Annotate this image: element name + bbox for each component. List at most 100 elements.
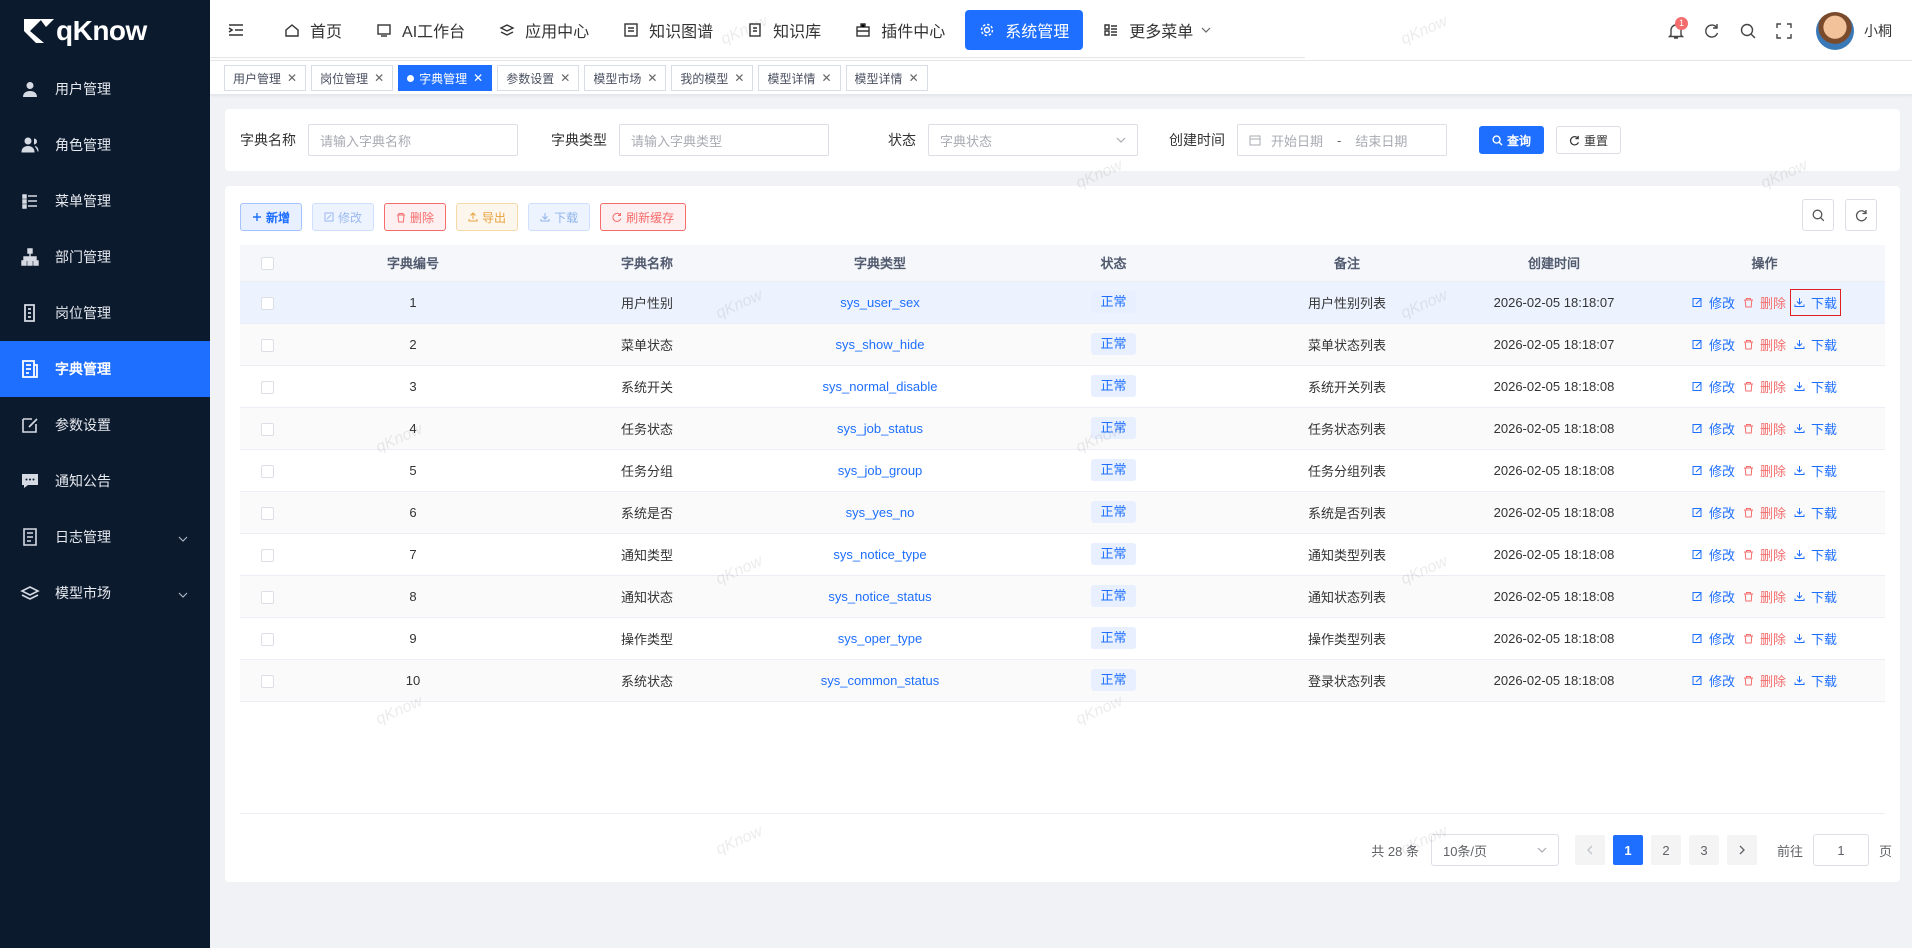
close-icon[interactable]: ✕ [560, 71, 570, 85]
row-delete-button[interactable]: 删除 [1743, 293, 1786, 312]
col-header[interactable]: 备注 [1230, 245, 1464, 282]
username[interactable]: 小桐 [1864, 21, 1892, 41]
edit-button[interactable]: 修改 [312, 203, 375, 231]
topnav-item[interactable]: AI工作台 [362, 10, 479, 50]
page-size-select[interactable]: 10条/页 [1430, 834, 1559, 866]
sidebar-item[interactable]: 通知公告 [0, 453, 210, 509]
start-date[interactable]: 开始日期 [1271, 131, 1323, 150]
sidebar-item[interactable]: 部门管理 [0, 229, 210, 285]
sidebar-item[interactable]: 用户管理 [0, 61, 210, 117]
row-download-button[interactable]: 下载 [1794, 461, 1837, 480]
prev-page-button[interactable] [1574, 835, 1605, 865]
topnav-item[interactable]: 更多菜单 [1089, 10, 1230, 50]
row-delete-button[interactable]: 删除 [1743, 503, 1786, 522]
row-checkbox[interactable] [261, 338, 274, 352]
close-icon[interactable]: ✕ [647, 71, 657, 85]
dict-type-link[interactable]: sys_user_sex [840, 295, 919, 310]
end-date[interactable]: 结束日期 [1355, 131, 1407, 150]
dict-name-input[interactable]: 请输入字典名称 [308, 124, 518, 156]
row-checkbox[interactable] [261, 506, 274, 520]
table-row[interactable]: 4 任务状态 sys_job_status 正常 任务状态列表 2026-02-05 18… [240, 407, 1885, 450]
row-edit-button[interactable]: 修改 [1692, 419, 1735, 438]
row-edit-button[interactable]: 修改 [1692, 587, 1735, 606]
fullscreen-button[interactable] [1766, 13, 1802, 49]
toggle-search-button[interactable] [1802, 199, 1834, 231]
row-delete-button[interactable]: 删除 [1743, 335, 1786, 354]
row-delete-button[interactable]: 删除 [1743, 419, 1786, 438]
delete-button[interactable]: 删除 [384, 203, 447, 231]
download-button[interactable]: 下载 [528, 203, 591, 231]
table-row[interactable]: 9 操作类型 sys_oper_type 正常 操作类型列表 2026-02-05 18:… [240, 617, 1885, 660]
row-edit-button[interactable]: 修改 [1692, 671, 1735, 690]
table-row[interactable]: 3 系统开关 sys_normal_disable 正常 系统开关列表 2026-02-0… [240, 365, 1885, 408]
close-icon[interactable]: ✕ [374, 71, 384, 85]
dict-type-link[interactable]: sys_job_group [838, 463, 923, 478]
tag-item[interactable]: 字典管理 ✕ [398, 65, 493, 91]
select-all-checkbox[interactable] [261, 257, 274, 271]
tag-item[interactable]: 岗位管理 ✕ [311, 65, 394, 91]
row-delete-button[interactable]: 删除 [1743, 545, 1786, 564]
close-icon[interactable]: ✕ [734, 71, 744, 85]
row-checkbox[interactable] [261, 590, 274, 604]
tag-item[interactable]: 用户管理 ✕ [224, 65, 307, 91]
table-row[interactable]: 6 系统是否 sys_yes_no 正常 系统是否列表 2026-02-05 18:18:… [240, 491, 1885, 534]
row-download-button[interactable]: 下载 [1794, 587, 1837, 606]
global-search-button[interactable] [1730, 13, 1766, 49]
dict-type-link[interactable]: sys_notice_status [828, 589, 931, 604]
row-download-button[interactable]: 下载 [1789, 288, 1842, 316]
row-download-button[interactable]: 下载 [1794, 503, 1837, 522]
row-edit-button[interactable]: 修改 [1692, 293, 1735, 312]
row-download-button[interactable]: 下载 [1794, 419, 1837, 438]
table-row[interactable]: 5 任务分组 sys_job_group 正常 任务分组列表 2026-02-05 18:… [240, 449, 1885, 492]
row-download-button[interactable]: 下载 [1794, 545, 1837, 564]
sidebar-item[interactable]: 菜单管理 [0, 173, 210, 229]
goto-page-input[interactable]: 1 [1812, 834, 1869, 866]
query-button[interactable]: 查询 [1479, 126, 1545, 154]
close-icon[interactable]: ✕ [821, 71, 831, 85]
sidebar-item[interactable]: 日志管理 [0, 509, 210, 565]
row-delete-button[interactable]: 删除 [1743, 671, 1786, 690]
row-checkbox[interactable] [261, 422, 274, 436]
sidebar-item[interactable]: 参数设置 [0, 397, 210, 453]
dict-type-input[interactable]: 请输入字典类型 [619, 124, 829, 156]
sidebar-item[interactable]: 模型市场 [0, 565, 210, 621]
topnav-item[interactable]: 知识图谱 [609, 10, 727, 50]
col-header[interactable]: 创建时间 [1464, 245, 1644, 282]
status-select[interactable]: 字典状态 [928, 124, 1138, 156]
row-checkbox[interactable] [261, 674, 274, 688]
add-button[interactable]: 新增 [240, 203, 303, 231]
row-edit-button[interactable]: 修改 [1692, 503, 1735, 522]
row-checkbox[interactable] [261, 464, 274, 478]
sidebar-item[interactable]: 角色管理 [0, 117, 210, 173]
topnav-item[interactable]: 知识库 [733, 10, 835, 50]
sidebar-item[interactable]: 岗位管理 [0, 285, 210, 341]
dict-type-link[interactable]: sys_yes_no [846, 505, 915, 520]
sidebar-item[interactable]: 字典管理 [0, 341, 210, 397]
row-download-button[interactable]: 下载 [1794, 671, 1837, 690]
col-header[interactable]: 状态 [997, 245, 1230, 282]
dict-type-link[interactable]: sys_job_status [837, 421, 923, 436]
dict-type-link[interactable]: sys_normal_disable [823, 379, 938, 394]
close-icon[interactable]: ✕ [909, 71, 919, 85]
date-range-picker[interactable]: 开始日期 - 结束日期 [1237, 124, 1447, 156]
avatar[interactable] [1816, 11, 1854, 50]
table-row[interactable]: 7 通知类型 sys_notice_type 正常 通知类型列表 2026-02-05 1… [240, 533, 1885, 576]
logo[interactable]: qKnow [0, 0, 210, 61]
table-row[interactable]: 1 用户性别 sys_user_sex 正常 用户性别列表 2026-02-05 18:1… [240, 281, 1885, 324]
tag-item[interactable]: 模型详情 ✕ [758, 65, 841, 91]
page-number-button[interactable]: 1 [1612, 835, 1643, 865]
page-number-button[interactable]: 3 [1688, 835, 1719, 865]
col-header[interactable]: 字典编号 [295, 245, 531, 282]
row-checkbox[interactable] [261, 296, 274, 310]
col-header[interactable]: 字典名称 [531, 245, 763, 282]
row-checkbox[interactable] [261, 380, 274, 394]
page-number-button[interactable]: 2 [1650, 835, 1681, 865]
reset-button[interactable]: 重置 [1556, 126, 1622, 154]
table-row[interactable]: 10 系统状态 sys_common_status 正常 登录状态列表 2026-02-0… [240, 659, 1885, 702]
dict-type-link[interactable]: sys_show_hide [836, 337, 925, 352]
dict-type-link[interactable]: sys_oper_type [838, 631, 923, 646]
row-delete-button[interactable]: 删除 [1743, 587, 1786, 606]
tag-item[interactable]: 参数设置 ✕ [497, 65, 580, 91]
table-row[interactable]: 8 通知状态 sys_notice_status 正常 通知状态列表 2026-02-05… [240, 575, 1885, 618]
row-edit-button[interactable]: 修改 [1692, 335, 1735, 354]
